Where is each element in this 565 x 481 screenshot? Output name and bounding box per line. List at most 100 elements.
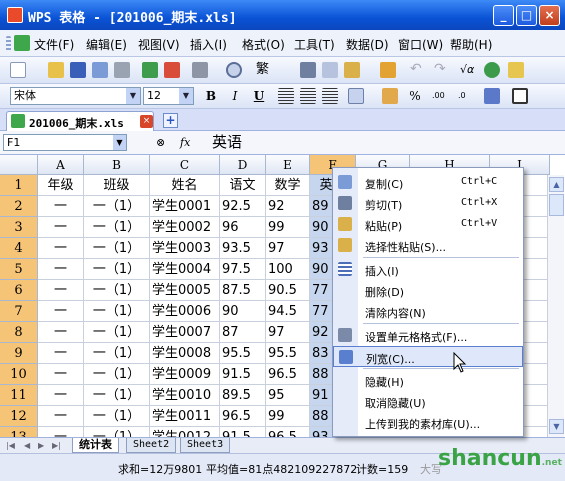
table-cell[interactable]: 学生0004 <box>150 259 220 280</box>
next-sheet-icon[interactable]: ▶ <box>38 441 44 450</box>
table-cell[interactable]: 学生0010 <box>150 385 220 406</box>
table-cell[interactable]: 一 <box>38 259 84 280</box>
table-cell[interactable]: 一 <box>38 364 84 385</box>
context-menu-item[interactable]: 剪切(T) Ctrl+X <box>333 193 523 214</box>
table-cell[interactable]: 姓名 <box>150 175 220 196</box>
table-cell[interactable]: 一 <box>38 301 84 322</box>
table-cell[interactable]: 学生0006 <box>150 301 220 322</box>
decrease-decimal-icon[interactable]: .0 <box>458 88 474 104</box>
table-cell[interactable]: 学生0009 <box>150 364 220 385</box>
table-cell[interactable]: 90 <box>220 301 266 322</box>
document-tab[interactable]: 201006_期末.xls × <box>6 111 154 131</box>
context-menu-item[interactable]: 选择性粘贴(S)... <box>333 235 523 256</box>
table-cell[interactable]: 一 <box>38 385 84 406</box>
paste-icon[interactable] <box>344 62 360 78</box>
context-menu-item[interactable]: 上传到我的素材库(U)... <box>333 412 523 433</box>
table-cell[interactable]: 96.5 <box>266 427 310 437</box>
sheet-tab-sheet2[interactable]: Sheet2 <box>126 438 177 453</box>
context-menu-item[interactable]: 列宽(C)... <box>333 346 523 367</box>
column-header-e[interactable]: E <box>266 155 310 175</box>
table-cell[interactable]: 87 <box>220 322 266 343</box>
scroll-down-icon[interactable]: ▼ <box>549 419 564 434</box>
menu-view[interactable]: 视图(V) <box>138 36 180 53</box>
table-cell[interactable]: 一 <box>38 406 84 427</box>
table-cell[interactable]: 92.5 <box>220 196 266 217</box>
table-cell[interactable]: 学生0005 <box>150 280 220 301</box>
menu-data[interactable]: 数据(D) <box>346 36 389 53</box>
table-cell[interactable]: 学生0007 <box>150 322 220 343</box>
table-cell[interactable]: 一（1） <box>84 259 150 280</box>
traditional-chinese-icon[interactable]: 繁 <box>256 62 272 78</box>
format-painter-icon[interactable] <box>380 62 396 78</box>
table-cell[interactable]: 一（1） <box>84 280 150 301</box>
table-cell[interactable]: 学生0001 <box>150 196 220 217</box>
align-right-icon[interactable] <box>322 88 338 104</box>
filter-icon[interactable] <box>508 62 524 78</box>
context-menu-item[interactable]: 复制(C) Ctrl+C <box>333 172 523 193</box>
menu-help[interactable]: 帮助(H) <box>450 36 492 53</box>
table-cell[interactable]: 93.5 <box>220 238 266 259</box>
table-cell[interactable]: 一（1） <box>84 427 150 437</box>
table-cell[interactable]: 一 <box>38 280 84 301</box>
border-icon[interactable] <box>512 88 528 104</box>
last-sheet-icon[interactable]: ▶| <box>52 441 61 450</box>
menu-tools[interactable]: 工具(T) <box>294 36 335 53</box>
table-cell[interactable]: 一（1） <box>84 196 150 217</box>
table-cell[interactable]: 97 <box>266 322 310 343</box>
save-icon[interactable] <box>70 62 86 78</box>
menu-insert[interactable]: 插入(I) <box>190 36 227 53</box>
table-cell[interactable]: 91.5 <box>220 364 266 385</box>
insert-function-icon[interactable]: fx <box>180 136 190 149</box>
save-as-icon[interactable] <box>92 62 108 78</box>
context-menu-item[interactable]: 设置单元格格式(F)... <box>333 325 523 346</box>
table-cell[interactable]: 一 <box>38 322 84 343</box>
table-cell[interactable]: 一 <box>38 196 84 217</box>
table-cell[interactable]: 91.5 <box>220 427 266 437</box>
table-cell[interactable]: 一（1） <box>84 217 150 238</box>
table-cell[interactable]: 96.5 <box>220 406 266 427</box>
export-icon[interactable] <box>142 62 158 78</box>
table-cell[interactable]: 96.5 <box>266 364 310 385</box>
font-family-select[interactable]: 宋体 ▼ <box>10 87 141 105</box>
print-preview-icon[interactable] <box>114 62 130 78</box>
bold-button[interactable]: B <box>202 88 220 105</box>
menu-format[interactable]: 格式(O) <box>242 36 285 53</box>
context-menu-item[interactable]: 清除内容(N) <box>333 301 523 322</box>
context-menu-item[interactable]: 粘贴(P) Ctrl+V <box>333 214 523 235</box>
sheet-tab-sheet3[interactable]: Sheet3 <box>180 438 231 453</box>
italic-button[interactable]: I <box>226 88 244 105</box>
prev-sheet-icon[interactable]: ◀ <box>24 441 30 450</box>
row-header[interactable]: 6 <box>0 280 38 301</box>
open-folder-icon[interactable] <box>48 62 64 78</box>
menu-window[interactable]: 窗口(W) <box>398 36 443 53</box>
redo-icon[interactable]: ↷ <box>434 62 450 78</box>
table-cell[interactable]: 学生0008 <box>150 343 220 364</box>
context-menu-item[interactable]: 插入(I) <box>333 259 523 280</box>
indent-icon[interactable] <box>484 88 500 104</box>
cut-icon[interactable] <box>300 62 316 78</box>
menu-edit[interactable]: 编辑(E) <box>86 36 127 53</box>
table-cell[interactable]: 班级 <box>84 175 150 196</box>
table-cell[interactable]: 一（1） <box>84 385 150 406</box>
table-cell[interactable]: 数学 <box>266 175 310 196</box>
cancel-formula-icon[interactable]: ⊗ <box>156 136 165 149</box>
row-header[interactable]: 11 <box>0 385 38 406</box>
sheet-tab-stats[interactable]: 统计表 <box>72 438 119 453</box>
column-header-c[interactable]: C <box>150 155 220 175</box>
table-cell[interactable]: 87.5 <box>220 280 266 301</box>
column-header-a[interactable]: A <box>38 155 84 175</box>
row-header[interactable]: 2 <box>0 196 38 217</box>
maximize-button[interactable]: □ <box>516 5 537 26</box>
row-header[interactable]: 1 <box>0 175 38 196</box>
table-cell[interactable]: 一（1） <box>84 364 150 385</box>
row-header[interactable]: 9 <box>0 343 38 364</box>
table-cell[interactable]: 一 <box>38 217 84 238</box>
pdf-icon[interactable] <box>164 62 180 78</box>
currency-icon[interactable] <box>382 88 398 104</box>
table-cell[interactable]: 97.5 <box>220 259 266 280</box>
context-menu-item[interactable]: 隐藏(H) <box>333 370 523 391</box>
table-cell[interactable]: 96 <box>220 217 266 238</box>
minimize-button[interactable]: _ <box>493 5 514 26</box>
table-cell[interactable]: 语文 <box>220 175 266 196</box>
table-cell[interactable]: 89.5 <box>220 385 266 406</box>
